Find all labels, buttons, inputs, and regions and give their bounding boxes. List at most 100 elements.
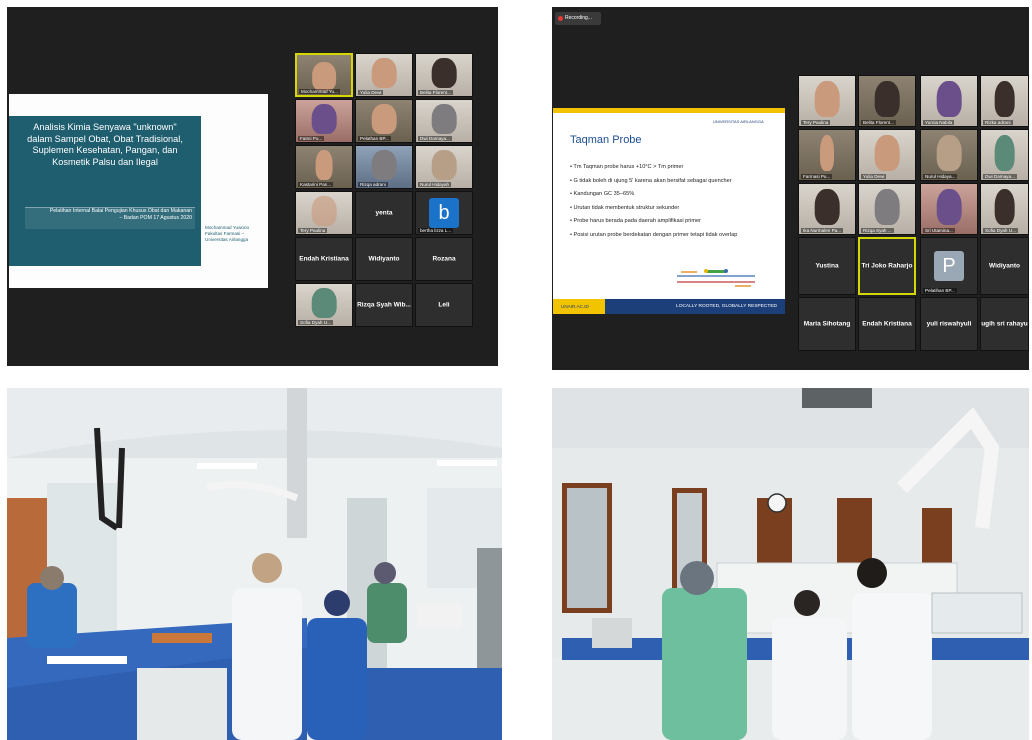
participant-name: yenta <box>375 209 393 217</box>
participant-name: Ika Nurmalen Pa... <box>801 228 844 233</box>
slide-bullets: Tm Taqman probe harus +10°C > Tm primer … <box>570 161 780 243</box>
participant-name: Sofia Dyah U... <box>983 228 1018 233</box>
participant-tile[interactable]: Dwi Damaya... <box>980 129 1029 181</box>
participant-name: Pelatihan BP... <box>923 288 957 293</box>
participant-tile[interactable]: Belita Florent... <box>415 53 473 97</box>
participant-tile[interactable]: Tery Paulina <box>295 191 353 235</box>
participant-video <box>994 135 1015 171</box>
participant-tile[interactable]: Sofia Dyah U... <box>295 283 353 327</box>
bullet-item: Kandungan GC 35–65% <box>570 188 780 202</box>
recording-indicator[interactable]: Recording... <box>555 12 601 25</box>
participant-tile[interactable]: Nurul Hidayah <box>415 145 473 189</box>
slide-title: Taqman Probe <box>570 134 642 146</box>
participant-video <box>994 189 1015 225</box>
bullet-item: Urutan tidak membentuk struktur sekunder <box>570 202 780 216</box>
participant-name: Leli <box>438 301 450 309</box>
laboratory-photo-1 <box>7 388 502 740</box>
participant-tile[interactable]: b bertha lizza L... <box>415 191 473 235</box>
slide-title-line: Kosmetik Palsu dan Ilegal <box>52 156 158 167</box>
participant-tile[interactable]: Belita Florent... <box>858 75 916 127</box>
participant-tile[interactable]: Nurul Hidaya... <box>920 129 978 181</box>
participant-video <box>874 81 900 117</box>
participant-tile[interactable]: Dwi Damaya... <box>415 99 473 143</box>
slide-title: Analisis Kimia Senyawa "unknown" dalam S… <box>17 122 193 168</box>
participant-tile[interactable]: yenta <box>355 191 413 235</box>
participant-name: Nurul Hidaya... <box>923 174 958 179</box>
participant-tile[interactable]: Fatmi Pu... <box>295 99 353 143</box>
participant-tile[interactable]: Endah Kristiana <box>295 237 353 281</box>
participant-name: Endah Kristiana <box>299 255 349 263</box>
participant-name: Dwi Damaya... <box>418 136 452 141</box>
participant-name: Widiyanto <box>368 255 400 263</box>
participant-tile[interactable]: Mochammad Yu... <box>295 53 353 97</box>
participant-tile[interactable]: P Pelatihan BP... <box>920 237 978 295</box>
participant-tile[interactable]: Yurnia Nabila <box>920 75 978 127</box>
slide-title-line: Suplemen Kesehatan, Pangan, dan <box>32 145 178 155</box>
presentation-slide: UNIVERSITAS AIRLANGGA Taqman Probe Tm Ta… <box>553 108 785 314</box>
participant-video <box>431 58 457 89</box>
participant-name: yuli riswahyuli <box>926 320 972 328</box>
participant-tile[interactable]: Sri Utamina... <box>920 183 978 235</box>
participant-tile[interactable]: Rozana <box>415 237 473 281</box>
participant-video <box>874 189 900 225</box>
participant-name: Tery Paulina <box>298 228 328 233</box>
participant-tile[interactable]: Widiyanto <box>355 237 413 281</box>
participant-tile[interactable]: Kastarini Pan... <box>295 145 353 189</box>
participant-name: Rizqa Syah ... <box>861 228 894 233</box>
footer-tagline: LOCALLY ROOTED, GLOBALLY RESPECTED <box>676 304 777 309</box>
participant-name: Rozana <box>432 255 456 263</box>
author-line: Universitas Airlangga <box>205 237 249 242</box>
participant-tile[interactable]: Yustina <box>798 237 856 295</box>
slide-topbar <box>553 108 785 113</box>
participant-avatar: b <box>429 198 459 228</box>
participant-name: Sri Utamina... <box>923 228 955 233</box>
participant-video <box>874 135 900 171</box>
participant-tile[interactable]: ugih sri rahayu <box>980 297 1029 351</box>
participant-name: Rizqa Syah Wib... <box>357 301 411 309</box>
participant-name: Rizqa adrani <box>358 182 388 187</box>
participant-tile[interactable]: Yulia Dewi <box>858 129 916 181</box>
slide-title-line: dalam Sampel Obat, Obat Tradisional, <box>27 133 183 144</box>
participant-video <box>311 288 337 319</box>
participant-video <box>936 189 962 225</box>
participant-name: Rizka adrani <box>983 120 1013 125</box>
slide-title-line: Analisis Kimia Senyawa "unknown" <box>33 122 177 132</box>
participant-tile[interactable]: yuli riswahyuli <box>920 297 978 351</box>
participant-tile[interactable]: Leli <box>415 283 473 327</box>
participant-name: Farmasi Pu... <box>801 174 833 179</box>
participant-name: Yurnia Nabila <box>923 120 955 125</box>
participant-video <box>431 150 457 181</box>
participant-tile[interactable]: Widiyanto <box>980 237 1029 295</box>
bullet-item: Posisi urutan probe berdekatan dengan pr… <box>570 229 780 243</box>
participant-tile[interactable]: Maria Sihotang <box>798 297 856 351</box>
participant-tile[interactable]: Rizqa adrani <box>355 145 413 189</box>
participant-video <box>371 150 397 181</box>
participant-tile[interactable]: Farmasi Pu... <box>798 129 856 181</box>
participant-name: Maria Sihotang <box>803 320 851 328</box>
participant-name: Nurul Hidayah <box>418 182 452 187</box>
bullet-item: G tidak boleh di ujung 5' karena akan be… <box>570 175 780 189</box>
participant-video <box>936 81 962 117</box>
university-logo: UNIVERSITAS AIRLANGGA <box>713 119 764 124</box>
participant-tile[interactable]: Sofia Dyah U... <box>980 183 1029 235</box>
presentation-slide: Analisis Kimia Senyawa "unknown" dalam S… <box>9 94 268 288</box>
participant-name: ugih sri rahayu <box>981 320 1028 328</box>
participant-tile[interactable]: Rizka adrani <box>980 75 1029 127</box>
record-icon <box>558 16 563 21</box>
participant-video <box>371 104 397 135</box>
participant-name: bertha lizza L... <box>418 228 454 233</box>
participant-video <box>311 104 337 135</box>
participant-tile[interactable]: Pelathan BP... <box>355 99 413 143</box>
participant-tile[interactable]: Rizqa Syah Wib... <box>355 283 413 327</box>
slide-subtitle-line: Pelatihan Internal Balai Pengujian Khusu… <box>49 208 192 214</box>
participant-tile[interactable]: Ika Nurmalen Pa... <box>798 183 856 235</box>
participant-name: Yulia Dewi <box>861 174 887 179</box>
participant-tile[interactable]: Tri Joko Raharjo <box>858 237 916 295</box>
participant-video <box>311 196 337 227</box>
participant-tile[interactable]: Tery Paulina <box>798 75 856 127</box>
participant-tile[interactable]: Endah Kristiana <box>858 297 916 351</box>
participant-tile[interactable]: Yulia Dewi <box>355 53 413 97</box>
participant-name: Belita Florent... <box>861 120 896 125</box>
participant-tile[interactable]: Rizqa Syah ... <box>858 183 916 235</box>
participant-name: Pelathan BP... <box>358 136 391 141</box>
